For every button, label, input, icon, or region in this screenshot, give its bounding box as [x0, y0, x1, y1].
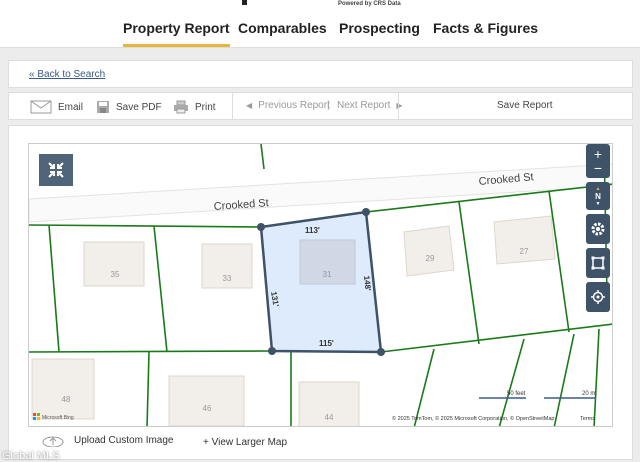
- parcel-map-svg: Crooked St Crooked St 35 33 31 29 27 48 …: [29, 144, 612, 426]
- map-style-button[interactable]: [586, 248, 610, 278]
- envelope-icon: [30, 100, 52, 114]
- locate-button[interactable]: [586, 282, 610, 312]
- zoom-controls: + −: [586, 144, 610, 178]
- microsoft-logo: Microsoft Bing: [33, 413, 74, 421]
- save-pdf-button[interactable]: Save PDF: [96, 100, 162, 114]
- lot-number-27: 27: [520, 247, 529, 256]
- gear-icon: [591, 222, 605, 236]
- save-report-button[interactable]: Save Report: [497, 100, 553, 111]
- toolbar-divider-2: [398, 92, 399, 120]
- next-report-button[interactable]: Next Report ▶: [337, 100, 403, 111]
- printer-icon: [174, 100, 188, 114]
- previous-report-button[interactable]: ◀ Previous Report: [246, 100, 330, 111]
- save-report-label: Save Report: [497, 100, 553, 111]
- tab-comparables[interactable]: Comparables: [238, 20, 327, 36]
- dimension-bottom: 115': [319, 339, 334, 348]
- toolbar-divider: [232, 92, 233, 120]
- dimension-top: 113': [305, 226, 320, 235]
- parcel-map[interactable]: Crooked St Crooked St 35 33 31 29 27 48 …: [28, 143, 613, 427]
- zoom-out-button[interactable]: −: [594, 161, 602, 175]
- collapse-arrows-icon: [48, 162, 64, 178]
- save-pdf-label: Save PDF: [116, 101, 162, 113]
- powered-by-text: Powered by CRS Data: [338, 1, 401, 7]
- view-larger-map-link[interactable]: + View Larger Map: [203, 437, 287, 448]
- compass-down-icon: ▼: [595, 200, 601, 207]
- compass-north-label: N: [595, 191, 601, 201]
- settings-button[interactable]: [586, 214, 610, 244]
- watermark-text: Global MLS: [2, 450, 60, 462]
- tab-prospecting[interactable]: Prospecting: [339, 20, 420, 36]
- email-label: Email: [58, 101, 84, 113]
- upload-custom-image-label: Upload Custom Image: [74, 434, 174, 446]
- upload-custom-image-button[interactable]: Upload Custom Image: [42, 433, 174, 447]
- tab-property-report[interactable]: Property Report: [123, 20, 230, 47]
- back-to-search-link[interactable]: « Back to Search: [29, 69, 105, 80]
- report-tabs: Property Report Comparables Prospecting …: [0, 14, 640, 48]
- scale-feet-label: 50 feet: [507, 391, 526, 397]
- lot-number-44: 44: [325, 413, 334, 422]
- collapse-map-button[interactable]: [39, 154, 73, 186]
- lot-number-33: 33: [223, 274, 232, 283]
- scale-meters-label: 20 m: [582, 391, 595, 397]
- compass-button[interactable]: ▲ N ▼: [586, 182, 610, 210]
- back-panel: « Back to Search: [8, 60, 633, 88]
- upload-cloud-icon: [42, 436, 64, 447]
- lot-number-29: 29: [426, 254, 435, 263]
- crosshair-icon: [591, 290, 605, 304]
- top-header: Powered by CRS Data Property Report Comp…: [0, 0, 640, 48]
- map-attribution: © 2025 TomTom, © 2025 Microsoft Corporat…: [392, 415, 554, 422]
- zoom-in-button[interactable]: +: [594, 147, 602, 161]
- map-terms-link[interactable]: Terms: [580, 416, 595, 422]
- frame-icon: [591, 256, 605, 270]
- previous-report-label: Previous Report: [258, 100, 330, 111]
- chevron-left-icon: ◀: [246, 101, 253, 110]
- pager-divider: |: [327, 100, 330, 111]
- save-disk-icon: [97, 101, 109, 113]
- map-scale: 50 feet 20 m: [479, 391, 596, 399]
- lot-number-35: 35: [111, 270, 120, 279]
- print-button[interactable]: Print: [173, 100, 216, 114]
- lot-number-31: 31: [323, 270, 332, 279]
- lot-number-48: 48: [62, 395, 71, 404]
- street-label-left: Crooked St: [213, 197, 269, 213]
- next-report-label: Next Report: [337, 100, 391, 111]
- tab-facts-figures[interactable]: Facts & Figures: [433, 20, 538, 36]
- lot-number-46: 46: [203, 404, 212, 413]
- logo-icon: [242, 0, 247, 5]
- print-label: Print: [195, 101, 216, 113]
- dimension-right: 148': [362, 275, 373, 291]
- bing-brand: Microsoft Bing: [42, 415, 74, 421]
- email-button[interactable]: Email: [30, 100, 83, 114]
